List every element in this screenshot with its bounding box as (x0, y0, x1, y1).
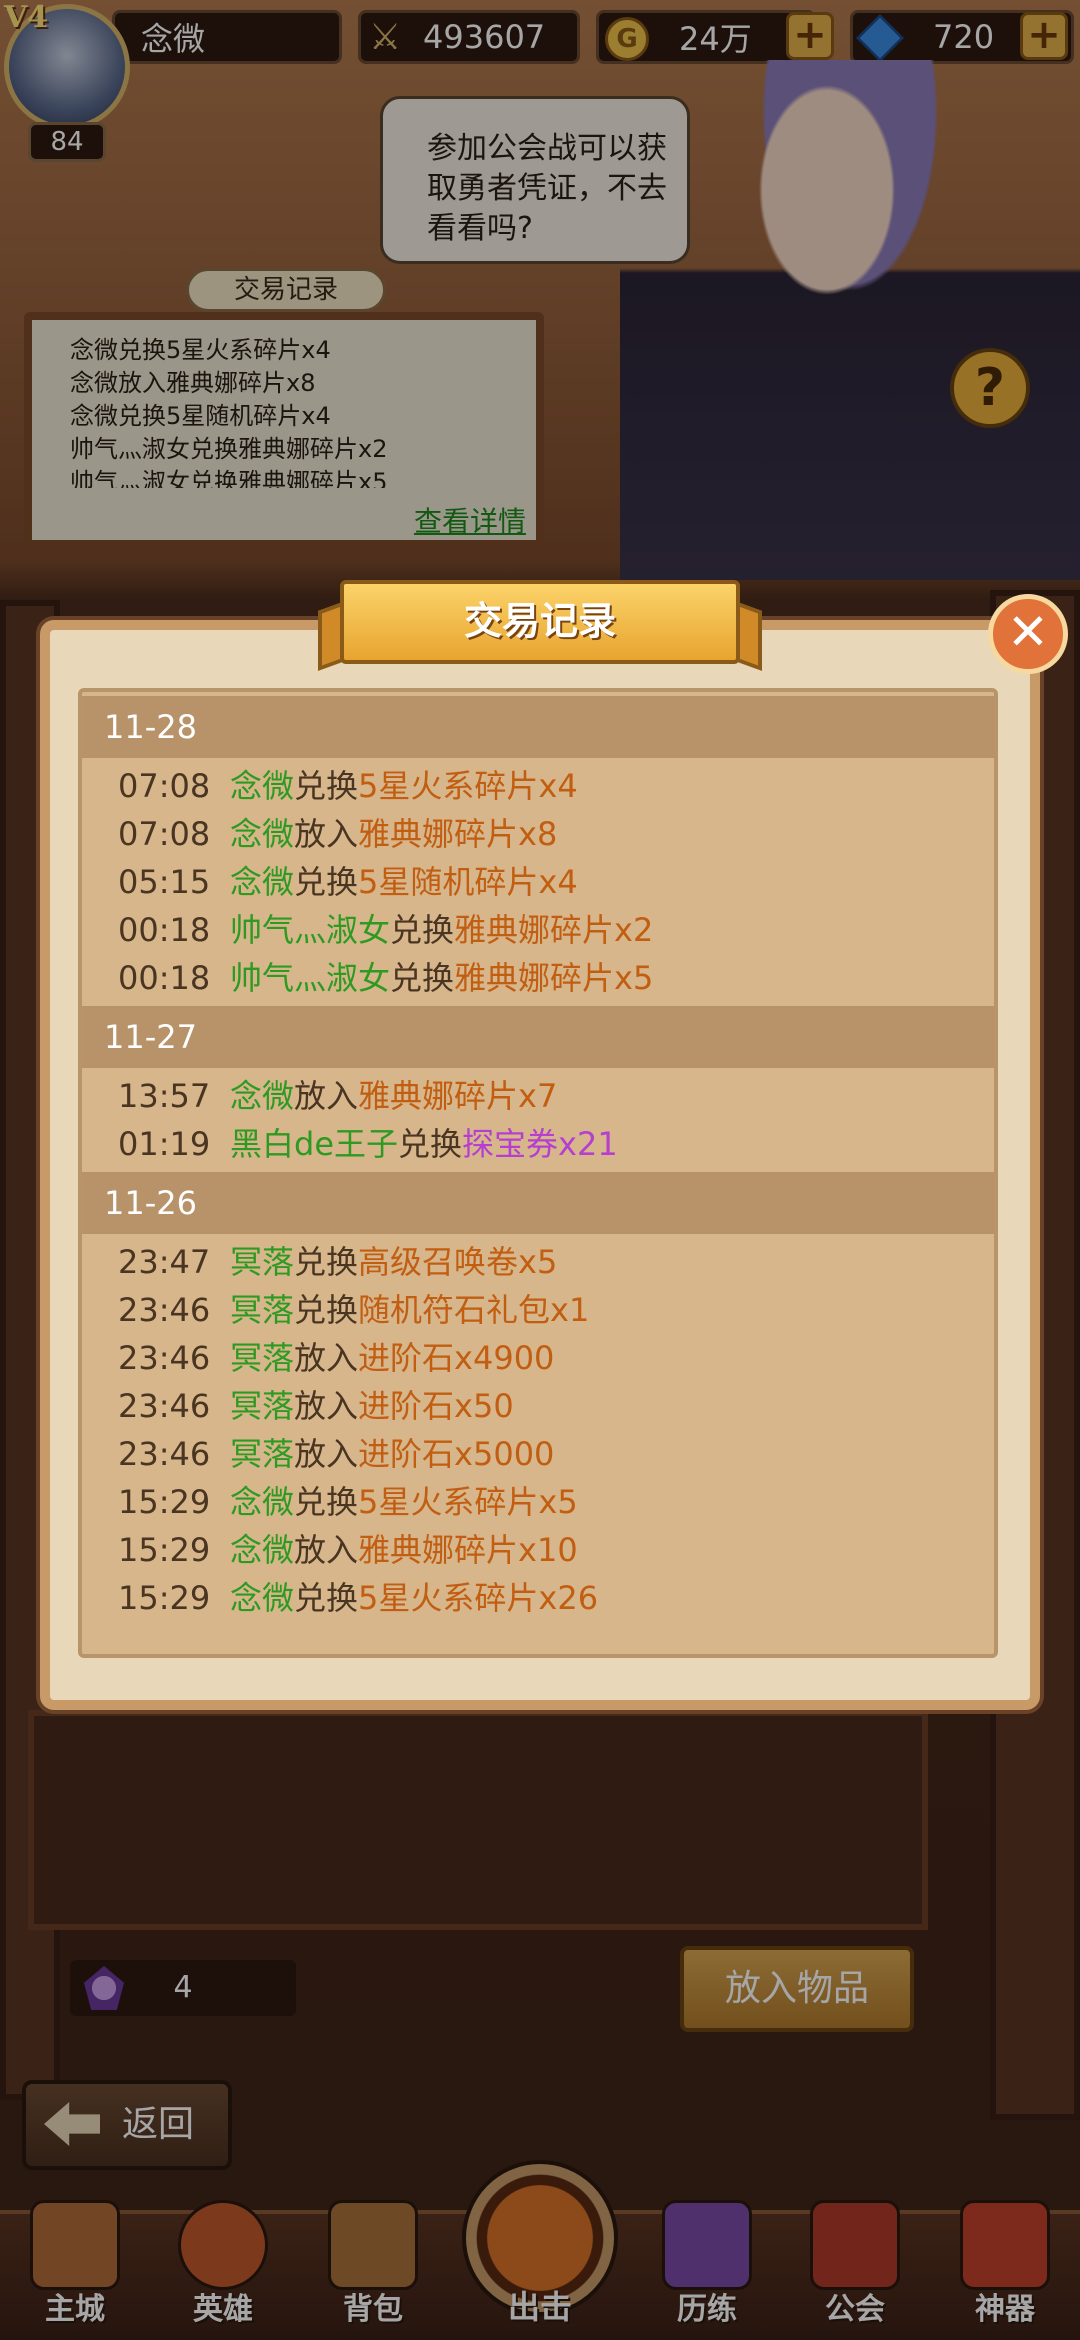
record-time: 07:08 (118, 815, 211, 853)
record-player: 念微 (230, 1579, 295, 1617)
record-action: 兑换 (294, 1579, 359, 1617)
record-row: 07:08 念微兑换5星火系碎片x4 (82, 762, 994, 810)
record-action: 兑换 (294, 1243, 359, 1281)
date-header: 11-27 (82, 1006, 994, 1068)
record-row: 15:29 念微放入雅典娜碎片x10 (82, 1526, 994, 1574)
record-item: 雅典娜碎片x7 (358, 1077, 558, 1115)
record-item: 雅典娜碎片x8 (358, 815, 558, 853)
record-row: 00:18 帅气灬淑女兑换雅典娜碎片x2 (82, 906, 994, 954)
record-time: 13:57 (118, 1077, 211, 1115)
record-player: 冥落 (230, 1243, 295, 1281)
record-player: 念微 (230, 815, 295, 853)
record-time: 01:19 (118, 1125, 211, 1163)
record-action: 兑换 (390, 959, 455, 997)
record-container: 11-28 07:08 念微兑换5星火系碎片x4 07:08 念微放入雅典娜碎片x8 05… (82, 696, 994, 1622)
modal-title: 交易记录 (340, 580, 740, 664)
record-item: 探宝券x21 (462, 1125, 618, 1163)
record-action: 放入 (294, 1077, 359, 1115)
record-player: 冥落 (230, 1291, 295, 1329)
record-action: 兑换 (398, 1125, 463, 1163)
record-time: 23:46 (118, 1291, 211, 1329)
record-row: 23:46 冥落放入进阶石x5000 (82, 1430, 994, 1478)
record-player: 念微 (230, 863, 295, 901)
record-item: 进阶石x50 (358, 1387, 514, 1425)
record-action: 放入 (294, 815, 359, 853)
record-time: 15:29 (118, 1579, 211, 1617)
record-action: 兑换 (294, 767, 359, 805)
record-player: 冥落 (230, 1435, 295, 1473)
record-time: 05:15 (118, 863, 211, 901)
record-action: 放入 (294, 1435, 359, 1473)
record-action: 放入 (294, 1387, 359, 1425)
record-row: 23:47 冥落兑换高级召唤卷x5 (82, 1238, 994, 1286)
record-time: 07:08 (118, 767, 211, 805)
record-row: 23:46 冥落放入进阶石x4900 (82, 1334, 994, 1382)
record-item: 雅典娜碎片x2 (454, 911, 654, 949)
record-player: 冥落 (230, 1339, 295, 1377)
record-player: 念微 (230, 1483, 295, 1521)
record-time: 15:29 (118, 1483, 211, 1521)
record-time: 23:46 (118, 1339, 211, 1377)
record-action: 放入 (294, 1531, 359, 1569)
record-time: 23:46 (118, 1435, 211, 1473)
record-row: 00:18 帅气灬淑女兑换雅典娜碎片x5 (82, 954, 994, 1002)
record-item: 雅典娜碎片x5 (454, 959, 654, 997)
record-row: 23:46 冥落兑换随机符石礼包x1 (82, 1286, 994, 1334)
record-item: 随机符石礼包x1 (358, 1291, 590, 1329)
record-player: 念微 (230, 767, 295, 805)
record-row: 01:19 黑白de王子兑换探宝券x21 (82, 1120, 994, 1168)
close-button[interactable]: ✕ (988, 594, 1068, 674)
record-time: 23:47 (118, 1243, 211, 1281)
record-player: 念微 (230, 1531, 295, 1569)
record-action: 兑换 (390, 911, 455, 949)
record-item: 雅典娜碎片x10 (358, 1531, 578, 1569)
record-row: 05:15 念微兑换5星随机碎片x4 (82, 858, 994, 906)
record-item: 5星火系碎片x26 (358, 1579, 599, 1617)
record-row: 13:57 念微放入雅典娜碎片x7 (82, 1072, 994, 1120)
record-item: 高级召唤卷x5 (358, 1243, 558, 1281)
record-item: 进阶石x4900 (358, 1339, 555, 1377)
record-action: 兑换 (294, 1291, 359, 1329)
record-player: 念微 (230, 1077, 295, 1115)
record-time: 00:18 (118, 911, 211, 949)
record-time: 15:29 (118, 1531, 211, 1569)
record-time: 23:46 (118, 1387, 211, 1425)
record-player: 帅气灬淑女 (230, 959, 391, 997)
record-player: 帅气灬淑女 (230, 911, 391, 949)
record-time: 00:18 (118, 959, 211, 997)
record-item: 5星火系碎片x4 (358, 767, 578, 805)
record-player: 黑白de王子 (230, 1125, 399, 1163)
record-player: 冥落 (230, 1387, 295, 1425)
record-action: 放入 (294, 1339, 359, 1377)
record-item: 5星随机碎片x4 (358, 863, 578, 901)
record-row: 15:29 念微兑换5星火系碎片x26 (82, 1574, 994, 1622)
record-item: 进阶石x5000 (358, 1435, 555, 1473)
date-header: 11-28 (82, 696, 994, 758)
date-header: 11-26 (82, 1172, 994, 1234)
record-action: 兑换 (294, 1483, 359, 1521)
record-row: 23:46 冥落放入进阶石x50 (82, 1382, 994, 1430)
record-item: 5星火系碎片x5 (358, 1483, 578, 1521)
record-list[interactable]: 11-28 07:08 念微兑换5星火系碎片x4 07:08 念微放入雅典娜碎片x8 05… (78, 688, 998, 1658)
record-row: 15:29 念微兑换5星火系碎片x5 (82, 1478, 994, 1526)
record-action: 兑换 (294, 863, 359, 901)
record-row: 07:08 念微放入雅典娜碎片x8 (82, 810, 994, 858)
